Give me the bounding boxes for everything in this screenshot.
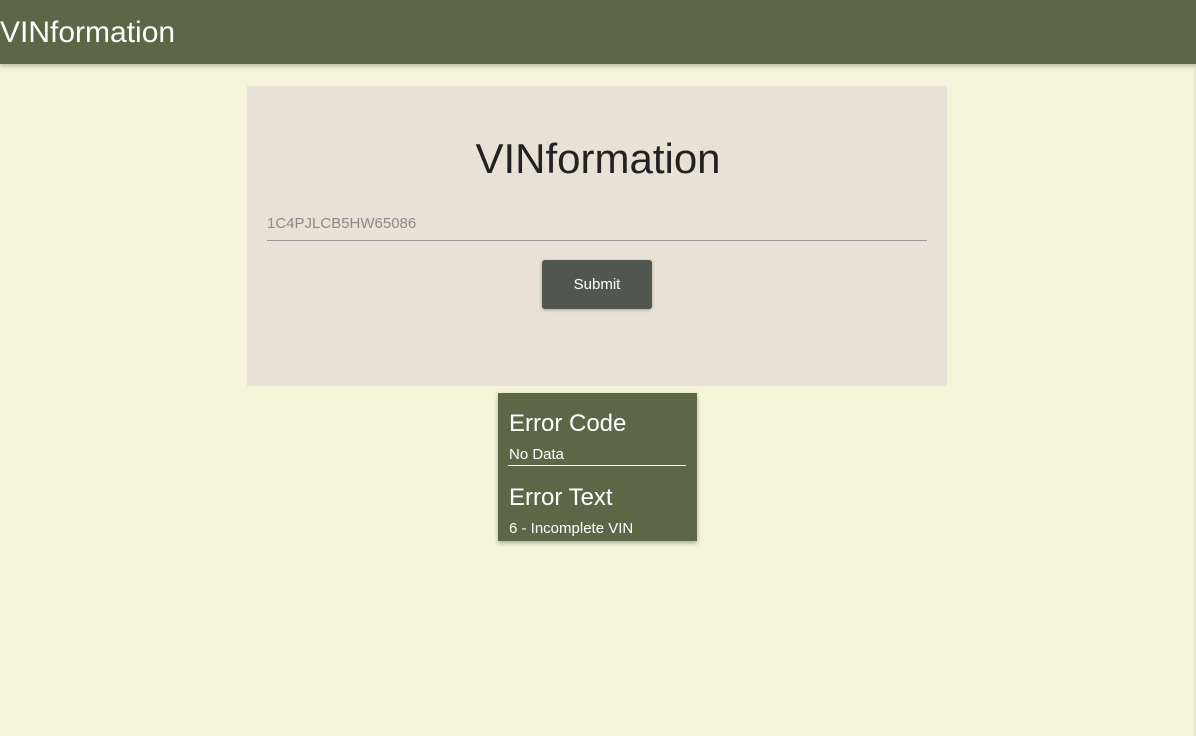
error-card: Error Code No Data Error Text 6 - Incomp… — [498, 393, 697, 541]
error-text-heading: Error Text — [509, 484, 613, 511]
error-code-heading: Error Code — [509, 410, 627, 437]
app-bar: VINformation — [0, 0, 1196, 64]
submit-button[interactable]: Submit — [542, 260, 652, 309]
app-title: VINformation — [0, 16, 176, 49]
error-text-value: 6 - Incomplete VIN — [509, 520, 634, 537]
vin-input[interactable] — [267, 206, 927, 241]
error-divider — [508, 465, 686, 466]
error-code-value: No Data — [509, 446, 565, 463]
form-title: VINformation — [475, 135, 721, 182]
